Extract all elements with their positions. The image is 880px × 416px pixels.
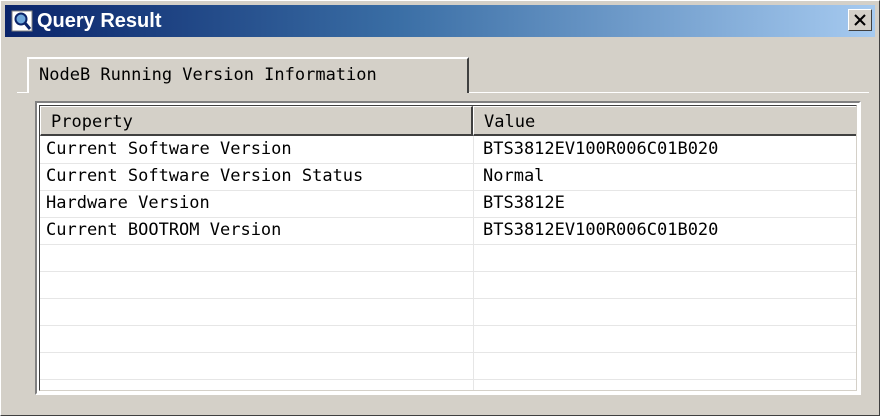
- tab-label: NodeB Running Version Information: [39, 65, 377, 85]
- row-divider: [40, 217, 856, 218]
- tab-nodeb-running-version[interactable]: NodeB Running Version Information: [27, 57, 469, 93]
- result-table: Property Value Current Software Version B…: [35, 101, 861, 395]
- property-cell: Current Software Version: [46, 139, 292, 159]
- value-cell: BTS3812E: [483, 193, 565, 213]
- table-body: Property Value Current Software Version B…: [39, 105, 857, 391]
- column-header-label: Property: [51, 112, 133, 132]
- row-divider: [40, 271, 856, 272]
- row-divider: [40, 298, 856, 299]
- magnifier-window-icon: [11, 10, 33, 32]
- row-divider: [40, 352, 856, 353]
- title-bar[interactable]: Query Result: [5, 5, 875, 37]
- value-cell: BTS3812EV100R006C01B020: [483, 139, 719, 159]
- property-cell: Current Software Version Status: [46, 166, 364, 186]
- column-header-property[interactable]: Property: [40, 106, 473, 136]
- row-divider: [40, 163, 856, 164]
- row-divider: [40, 379, 856, 380]
- query-result-window: Query Result NodeB Running Version Infor…: [0, 0, 880, 416]
- close-button[interactable]: [848, 9, 872, 31]
- property-cell: Current BOOTROM Version: [46, 220, 282, 240]
- close-icon: [854, 14, 866, 26]
- value-cell: BTS3812EV100R006C01B020: [483, 220, 719, 240]
- row-divider: [40, 325, 856, 326]
- value-cell: Normal: [483, 166, 545, 186]
- column-header-value[interactable]: Value: [473, 106, 856, 136]
- row-divider: [40, 190, 856, 191]
- property-cell: Hardware Version: [46, 193, 210, 213]
- window-title: Query Result: [37, 10, 162, 32]
- row-divider: [40, 244, 856, 245]
- column-header-label: Value: [484, 112, 536, 132]
